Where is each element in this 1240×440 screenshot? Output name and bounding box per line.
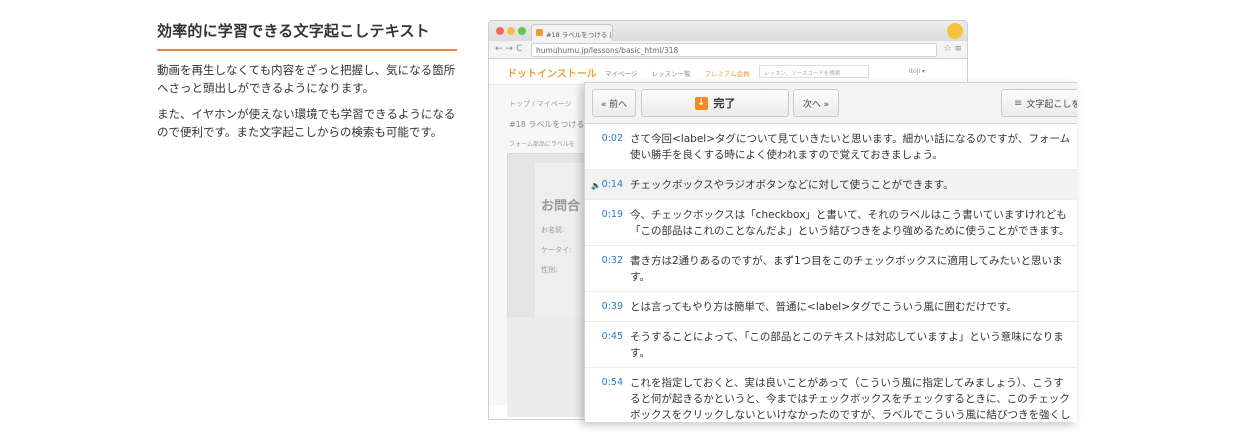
site-nav: マイページ レッスン一覧 プレミアム会員: [605, 68, 762, 78]
transcript-row[interactable]: 0:19 今、チェックボックスは「checkbox」と書いて、それのラベルはこう…: [585, 200, 1077, 246]
browser-tab-title: #18 ラベルをつける | HTML: [546, 31, 612, 39]
browser-address-row: ←→C humuhumu.jp/lessons/basic_html/318 ☆…: [489, 41, 967, 59]
transcript-row[interactable]: 0:39 とは言ってもやり方は簡単で、普通に<label>タグでこういう風に囲む…: [585, 292, 1077, 322]
next-button[interactable]: 次へ »: [793, 89, 839, 117]
prev-button[interactable]: « 前へ: [592, 89, 636, 117]
transcript-line: とは言ってもやり方は簡単で、普通に<label>タグでこういう風に囲むだけです。: [630, 301, 1017, 313]
transcript-toggle-button[interactable]: ≡ 文字起こしを: [1001, 89, 1077, 117]
profile-cat-icon: [947, 23, 963, 39]
nav-premium[interactable]: プレミアム会員: [705, 70, 750, 78]
timestamp-link[interactable]: 0:14: [589, 177, 623, 193]
close-window-icon[interactable]: [496, 27, 504, 35]
site-search-input[interactable]: レッスン、ソースコードを検索: [759, 65, 869, 78]
transcript-row[interactable]: 0:32 書き方は2通りあるのですが、まず1つ目をこのチェックボックスに適用して…: [585, 246, 1077, 292]
minimize-window-icon[interactable]: [507, 27, 515, 35]
timestamp-link[interactable]: 0:02: [589, 131, 623, 147]
browser-titlebar: #18 ラベルをつける | HTML: [489, 21, 967, 41]
timestamp-link[interactable]: 0:39: [589, 299, 623, 315]
timestamp-link[interactable]: 0:45: [589, 329, 623, 345]
timestamp-link[interactable]: 0:19: [589, 207, 623, 223]
user-menu[interactable]: itoji ▾: [909, 68, 925, 75]
transcript-line: 「この部品はこれのことなんだよ」という結びつきをより強めるために使うことができま…: [630, 225, 1070, 237]
transcript-line: 今、チェックボックスは「checkbox」と書いて、それのラベルはこう書いていま…: [630, 209, 1067, 221]
lesson-title: #18 ラベルをつける: [509, 120, 585, 129]
transcript-line: さて今回<label>タグについて見ていきたいと思います。細かい話になるのですが…: [630, 133, 1071, 145]
transcript-line: す。: [630, 271, 650, 283]
transcript-toggle-label: 文字起こしを: [1026, 99, 1077, 110]
nav-lessons[interactable]: レッスン一覧: [651, 70, 690, 78]
video-inner-browser: [535, 163, 585, 323]
video-form-name: お名前:: [541, 226, 565, 234]
transcript-row-active[interactable]: 🔈 0:14 チェックボックスやラジオボタンなどに対して使うことができます。: [585, 170, 1077, 200]
breadcrumb[interactable]: トップ / マイページ: [509, 99, 572, 109]
timestamp-link[interactable]: 0:32: [589, 253, 623, 269]
feature-description: 効率的に学習できる文字起こしテキスト 動画を再生しなくても内容をざっと把握し、気…: [157, 20, 457, 141]
feature-title: 効率的に学習できる文字起こしテキスト: [157, 20, 457, 51]
feature-paragraph-2: また、イヤホンが使えない環境でも学習できるようになるので便利です。また文字起こし…: [157, 107, 456, 139]
transcript-line: 使い勝手を良くする時によく使われますので覚えておきましょう。: [630, 149, 944, 161]
back-forward-reload-icon[interactable]: ←→C: [495, 44, 525, 54]
menu-icon[interactable]: ☆ ≡: [944, 44, 962, 54]
transcript-list: 0:02 さて今回<label>タグについて見ていきたいと思います。細かい話にな…: [585, 124, 1077, 422]
site-logo[interactable]: ドットインストール: [507, 65, 597, 80]
transcript-line: ボックスをクリックしないといけなかったのですが、ラベルでこういう風に結びつきを強…: [630, 409, 1071, 421]
faded-transcript-panel: [507, 317, 587, 417]
transcript-toolbar: « 前へ ↓ 完了 次へ » ≡ 文字起こしを: [585, 83, 1077, 124]
lines-icon: ≡: [1014, 97, 1023, 109]
favicon-icon: [536, 29, 543, 36]
video-form-gender: 性別:: [541, 266, 558, 274]
video-faded-heading: お問合: [541, 199, 581, 214]
transcript-line: これを指定しておくと、実は良いことがあって（こういう風に指定してみましょう）、こ…: [630, 377, 1064, 389]
browser-tab[interactable]: #18 ラベルをつける | HTML: [531, 24, 613, 41]
transcript-line: 書き方は2通りあるのですが、まず1つ目をこのチェックボックスに適用してみたいと思…: [630, 255, 1063, 267]
video-form-phone: ケータイ:: [541, 246, 572, 254]
maximize-window-icon[interactable]: [518, 27, 526, 35]
transcript-line: ると何が起きるかというと、今まではチェックボックスをチェックするときに、このチェ…: [630, 393, 1070, 405]
transcript-row[interactable]: 0:02 さて今回<label>タグについて見ていきたいと思います。細かい話にな…: [585, 124, 1077, 170]
transcript-row[interactable]: 0:54 これを指定しておくと、実は良いことがあって（こういう風に指定してみまし…: [585, 368, 1077, 422]
complete-button-label: 完了: [713, 97, 736, 110]
feature-paragraph-1: 動画を再生しなくても内容をざっと把握し、気になる箇所へさっと頭出しができるように…: [157, 63, 456, 95]
transcript-line: す。: [630, 347, 650, 359]
url-bar[interactable]: humuhumu.jp/lessons/basic_html/318: [531, 43, 937, 57]
transcript-line: チェックボックスやラジオボタンなどに対して使うことができます。: [630, 179, 954, 191]
transcript-line: そうすることによって、「この部品とこのテキストは対応していますよ」という意味にな…: [630, 331, 1064, 343]
nav-mypage[interactable]: マイページ: [605, 70, 637, 78]
timestamp-link[interactable]: 0:54: [589, 375, 623, 391]
lesson-subtitle: フォーム部品にラベルを: [509, 141, 575, 148]
transcript-row[interactable]: 0:45 そうすることによって、「この部品とこのテキストは対応していますよ」とい…: [585, 322, 1077, 368]
complete-button[interactable]: ↓ 完了: [641, 89, 789, 117]
download-arrow-icon: ↓: [694, 96, 708, 110]
transcript-panel: « 前へ ↓ 完了 次へ » ≡ 文字起こしを 0:02 さて今回<label>…: [584, 82, 1077, 422]
